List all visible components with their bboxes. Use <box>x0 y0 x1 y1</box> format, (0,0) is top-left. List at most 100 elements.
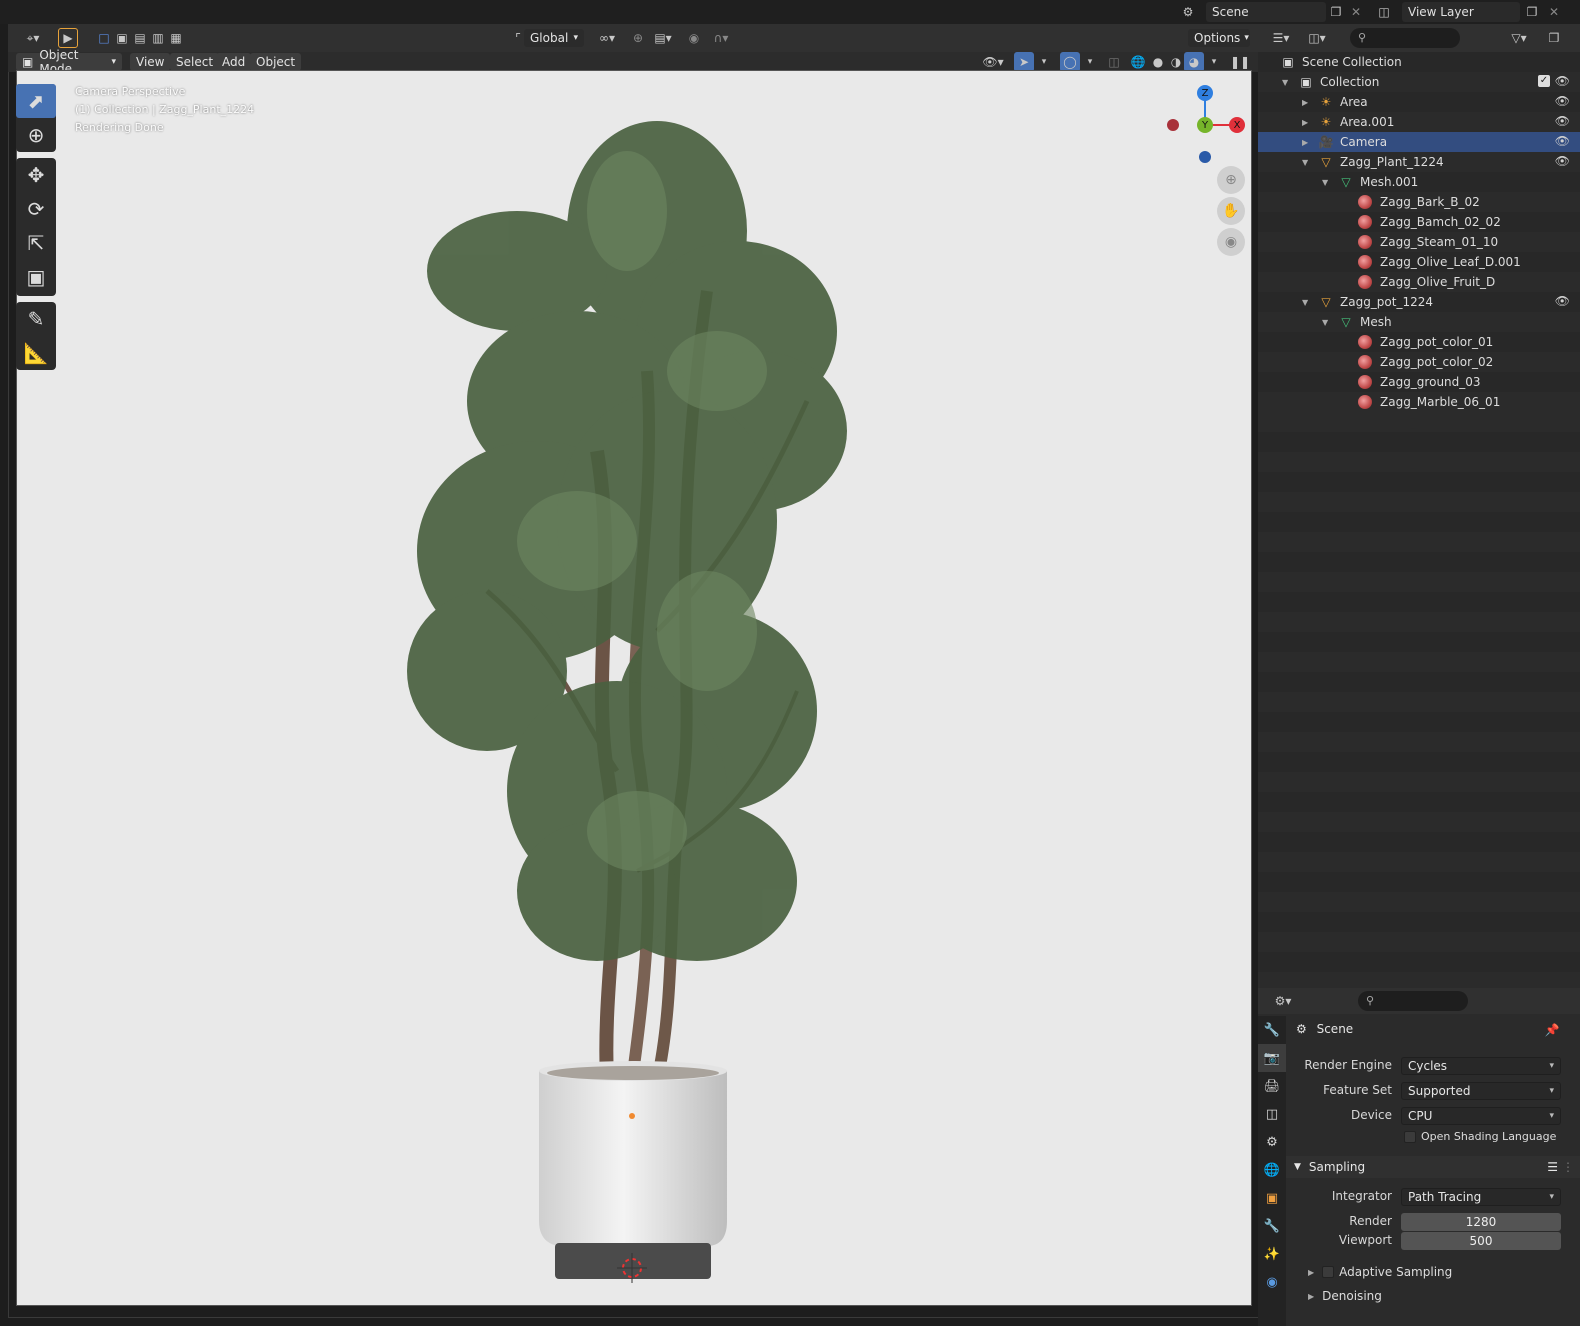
pin-icon[interactable]: 📌 <box>1542 1020 1562 1040</box>
outliner-item-material[interactable]: Zagg_Olive_Leaf_D.001 <box>1258 252 1580 272</box>
outliner-item-material[interactable]: Zagg_Bark_B_02 <box>1258 192 1580 212</box>
osl-checkbox[interactable] <box>1404 1130 1416 1143</box>
menu-object[interactable]: Object <box>250 53 302 71</box>
gizmo-dropdown-icon[interactable]: ▾ <box>1034 52 1054 72</box>
sampling-panel-header[interactable]: ▼ Sampling ☰ ⋮ <box>1286 1156 1580 1178</box>
outliner-editor-type-icon[interactable]: ☰▾ <box>1266 28 1296 48</box>
overlay-dropdown-icon[interactable]: ▾ <box>1080 52 1100 72</box>
collection-visibility-icon[interactable]: 👁 <box>1555 74 1570 88</box>
outliner-search-input[interactable]: ⚲ <box>1350 28 1460 48</box>
device-dropdown[interactable]: CPU ▾ <box>1401 1107 1561 1125</box>
new-collection-icon[interactable]: ❐ <box>1544 28 1564 48</box>
shading-material-icon[interactable]: ◑ <box>1166 52 1186 72</box>
world-tab-icon[interactable]: 🌐 <box>1258 1156 1286 1184</box>
feature-set-dropdown[interactable]: Supported ▾ <box>1401 1082 1561 1100</box>
denoising-expand-icon[interactable]: ▶ <box>1308 1292 1314 1301</box>
overlay-toggle-icon[interactable]: ◯ <box>1060 52 1080 72</box>
adaptive-sampling-row[interactable]: ▶ Adaptive Sampling <box>1308 1265 1452 1279</box>
shading-wireframe-icon[interactable]: 🌐 <box>1128 52 1148 72</box>
delete-scene-icon[interactable]: ✕ <box>1346 2 1366 22</box>
view-layer-selector-icon[interactable]: ◫ <box>1374 2 1394 22</box>
physics-tab-icon[interactable]: ◉ <box>1258 1268 1286 1296</box>
object-tab-icon[interactable]: ▣ <box>1258 1184 1286 1212</box>
outliner-item-material[interactable]: Zagg_Bamch_02_02 <box>1258 212 1580 232</box>
options-dropdown[interactable]: Options ▾ <box>1188 29 1250 47</box>
outliner-item-material[interactable]: Zagg_Marble_06_01 <box>1258 392 1580 412</box>
output-tab-icon[interactable]: 🖨 <box>1258 1072 1286 1100</box>
outliner-item-light[interactable]: ▶ ☀ Area 👁 <box>1258 92 1580 112</box>
osl-checkbox-row[interactable]: Open Shading Language <box>1404 1130 1556 1143</box>
select-box-tool-icon[interactable]: ⬈ <box>16 84 56 118</box>
pan-hand-icon[interactable]: ✋ <box>1217 197 1245 225</box>
properties-search-input[interactable]: ⚲ <box>1358 991 1468 1011</box>
gizmo-y-axis[interactable]: Y <box>1197 117 1213 133</box>
render-samples-field[interactable]: 1280 <box>1401 1213 1561 1231</box>
scene-selector-icon[interactable]: ⚙ <box>1178 2 1198 22</box>
select-new-icon[interactable]: □ <box>94 28 114 48</box>
outliner-item-mesh[interactable]: ▼ ▽ Mesh.001 <box>1258 172 1580 192</box>
collapse-arrow-icon[interactable]: ▼ <box>1322 178 1332 187</box>
3d-viewport[interactable]: Camera Perspective (1) Collection | Zagg… <box>16 70 1252 1306</box>
sampling-presets-icon[interactable]: ☰ <box>1547 1160 1558 1174</box>
collection-checkbox[interactable]: ✓ <box>1538 75 1550 87</box>
tool-tab-icon[interactable]: 🔧 <box>1258 1016 1286 1044</box>
annotate-tool-icon[interactable]: ✎ <box>16 302 56 336</box>
outliner-item-mesh[interactable]: ▼ ▽ Mesh <box>1258 312 1580 332</box>
outliner-item-object[interactable]: ▼ ▽ Zagg_pot_1224 👁 <box>1258 292 1580 312</box>
expand-arrow-icon[interactable]: ▶ <box>1302 118 1312 127</box>
gizmo-z-axis[interactable]: Z <box>1197 85 1213 101</box>
visibility-eye-icon[interactable]: 👁 <box>1555 134 1570 148</box>
expand-arrow-icon[interactable]: ▶ <box>1302 138 1312 147</box>
editor-type-icon[interactable]: ⌖▾ <box>18 28 48 48</box>
delete-view-layer-icon[interactable]: ✕ <box>1544 2 1564 22</box>
sampling-drag-icon[interactable]: ⋮ <box>1562 1160 1574 1174</box>
outliner-item-material[interactable]: Zagg_ground_03 <box>1258 372 1580 392</box>
outliner-item-material[interactable]: Zagg_pot_color_02 <box>1258 352 1580 372</box>
pivot-point-icon[interactable]: ∞▾ <box>592 28 622 48</box>
shading-rendered-icon[interactable]: ◕ <box>1184 52 1204 72</box>
collapse-arrow-icon[interactable]: ▼ <box>1302 298 1312 307</box>
gizmo-x-axis[interactable]: X <box>1229 117 1245 133</box>
adaptive-expand-icon[interactable]: ▶ <box>1308 1268 1314 1277</box>
select-extend-icon[interactable]: ▣ <box>112 28 132 48</box>
snap-target-icon[interactable]: ▤▾ <box>648 28 678 48</box>
outliner-item-material[interactable]: Zagg_Olive_Fruit_D <box>1258 272 1580 292</box>
outliner-item-material[interactable]: Zagg_pot_color_01 <box>1258 332 1580 352</box>
collapse-arrow-icon[interactable]: ▼ <box>1302 158 1312 167</box>
new-view-layer-icon[interactable]: ❐ <box>1522 2 1542 22</box>
snap-icon[interactable]: ⊕ <box>628 28 648 48</box>
shading-solid-icon[interactable]: ● <box>1148 52 1168 72</box>
adaptive-sampling-checkbox[interactable] <box>1322 1266 1335 1278</box>
menu-select[interactable]: Select <box>170 53 220 71</box>
zoom-icon[interactable]: ⊕ <box>1217 166 1245 194</box>
transform-tool-icon[interactable]: ▣ <box>16 260 56 294</box>
menu-view[interactable]: View <box>130 53 171 71</box>
xray-toggle-icon[interactable]: ◫ <box>1104 52 1124 72</box>
visibility-eye-icon[interactable]: 👁 <box>1555 154 1570 168</box>
scale-tool-icon[interactable]: ⇱ <box>16 226 56 260</box>
new-scene-icon[interactable]: ❐ <box>1326 2 1346 22</box>
navigation-gizmo[interactable]: Z Y X <box>1165 85 1245 165</box>
select-invert-icon[interactable]: ▥ <box>148 28 168 48</box>
denoising-row[interactable]: ▶ Denoising <box>1308 1289 1382 1303</box>
render-tab-icon[interactable]: 📷 <box>1258 1044 1286 1072</box>
integrator-dropdown[interactable]: Path Tracing ▾ <box>1401 1188 1561 1206</box>
measure-tool-icon[interactable]: 📐 <box>16 336 56 370</box>
particles-tab-icon[interactable]: ✨ <box>1258 1240 1286 1268</box>
viewport-samples-field[interactable]: 500 <box>1401 1232 1561 1250</box>
camera-view-icon[interactable]: ◉ <box>1217 228 1245 256</box>
render-engine-dropdown[interactable]: Cycles ▾ <box>1401 1057 1561 1075</box>
properties-editor-type-icon[interactable]: ⚙▾ <box>1268 991 1298 1011</box>
modifier-tab-icon[interactable]: 🔧 <box>1258 1212 1286 1240</box>
outliner-item-light[interactable]: ▶ ☀ Area.001 👁 <box>1258 112 1580 132</box>
cursor-tool-icon[interactable]: ⊕ <box>16 118 56 152</box>
visibility-eye-icon[interactable]: 👁 <box>1555 94 1570 108</box>
outliner-item-material[interactable]: Zagg_Steam_01_10 <box>1258 232 1580 252</box>
menu-add[interactable]: Add <box>216 53 252 71</box>
visibility-eye-icon[interactable]: 👁 <box>1555 114 1570 128</box>
expand-collection-icon[interactable]: ▼ <box>1282 78 1292 87</box>
transform-orientation-dropdown[interactable]: Global ▾ <box>524 29 584 47</box>
collection-row[interactable]: ▼ ▣ Collection ✓ 👁 <box>1258 72 1580 92</box>
collapse-arrow-icon[interactable]: ▼ <box>1322 318 1332 327</box>
filter-icon[interactable]: ▽▾ <box>1504 28 1534 48</box>
